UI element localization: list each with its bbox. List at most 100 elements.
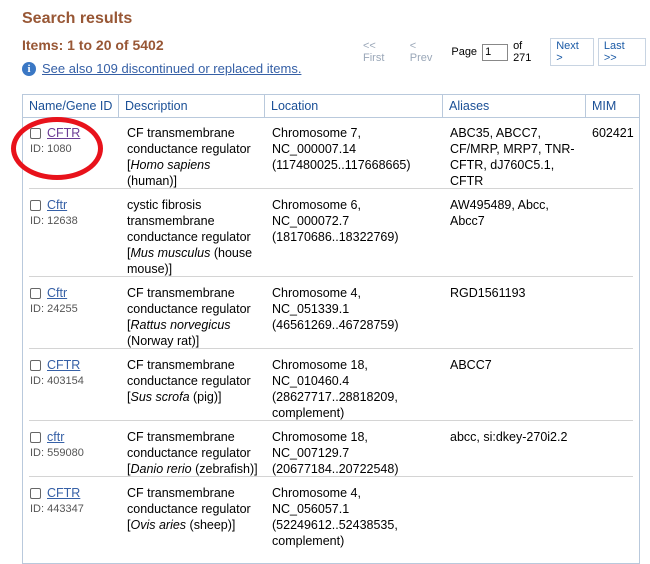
description-cell: cystic fibrosis transmembrane conductance … [127,197,252,277]
description-cell: CF transmembrane conductance regulator [Da… [127,429,258,477]
location-cell-line: complement) [272,534,345,548]
description-cell-line: cystic fibrosis [127,198,202,212]
page-number-input[interactable] [482,43,509,61]
gene-id: ID: 559080 [30,447,84,459]
location-cell-line: NC_007129.7 [272,446,350,460]
gene-cell: CFTR ID: 443347 [30,485,84,516]
col-header-location[interactable]: Location [265,95,442,117]
aliases-cell-line: RGD1561193 [450,286,526,300]
description-cell-line: transmembrane [127,214,215,228]
location-cell: Chromosome 4, NC_051339.1 (46561269..46728… [272,285,399,333]
description-cell: CF transmembrane conductance regulator [Ho… [127,125,251,189]
pager: << First < Prev Page of 271 Next > Last … [363,38,650,66]
description-cell-line: [Homo sapiens [127,158,211,172]
description-cell: CF transmembrane conductance regulator [Su… [127,357,251,405]
gene-name-link[interactable]: CFTR [47,485,80,501]
pager-page-label: Page [451,46,478,58]
row-separator [29,188,633,189]
gene-cell: Cftr ID: 12638 [30,197,78,228]
location-cell-line: Chromosome 4, [272,486,361,500]
location-cell-line: (28627717..28818209, [272,390,398,404]
description-cell-line: (human)] [127,174,178,188]
location-cell-line: Chromosome 6, [272,198,361,212]
gene-name-link[interactable]: Cftr [47,197,67,213]
aliases-cell: ABCC7 [450,357,492,373]
row-checkbox[interactable] [30,487,41,499]
aliases-cell: RGD1561193 [450,285,526,301]
aliases-cell-line: AW495489, Abcc, [450,198,549,212]
gene-cell: CFTR ID: 403154 [30,357,84,388]
aliases-cell-line: CF/MRP, MRP7, TNR- [450,142,575,156]
description-cell-line: CF transmembrane [127,430,235,444]
discontinued-items-link[interactable]: See also 109 discontinued or replaced it… [42,61,301,76]
location-cell-line: (52249612..52438535, [272,518,398,532]
location-cell-line: NC_010460.4 [272,374,350,388]
mim-cell: 602421 [592,126,634,140]
description-cell-line: conductance regulator [127,230,251,244]
items-summary: Items: 1 to 20 of 5402 [22,37,164,53]
col-header-name[interactable]: Name/Gene ID [23,95,118,117]
gene-name-link[interactable]: CFTR [47,125,80,141]
gene-id: ID: 12638 [30,215,78,227]
aliases-cell-line: CFTR [450,174,484,188]
row-separator [29,420,633,421]
gene-cell: cftr ID: 559080 [30,429,84,460]
location-cell-line: (46561269..46728759) [272,318,399,332]
description-cell: CF transmembrane conductance regulator [Ra… [127,285,251,349]
description-cell-line: CF transmembrane [127,126,235,140]
description-cell-line: CF transmembrane [127,486,235,500]
location-cell-line: Chromosome 4, [272,286,361,300]
gene-cell: Cftr ID: 24255 [30,285,78,316]
location-cell-line: Chromosome 18, [272,358,368,372]
description-cell-line: [Sus scrofa (pig)] [127,390,222,404]
location-cell-line: NC_000007.14 [272,142,357,156]
description-cell-line: conductance regulator [127,374,251,388]
pager-prev: < Prev [409,40,433,64]
description-cell-line: CF transmembrane [127,358,235,372]
info-icon: i [22,61,36,76]
aliases-cell-line: CFTR, dJ760C5.1, [450,158,555,172]
row-checkbox[interactable] [30,127,41,139]
discontinued-notice: i See also 109 discontinued or replaced … [22,61,301,76]
row-separator [29,276,633,277]
row-checkbox[interactable] [30,287,41,299]
location-cell-line: (20677184..20722548) [272,462,399,476]
gene-id: ID: 443347 [30,503,84,515]
row-checkbox[interactable] [30,431,41,443]
gene-id: ID: 24255 [30,303,78,315]
description-cell: CF transmembrane conductance regulator [Ov… [127,485,251,533]
location-cell-line: (117480025..117668665) [272,158,411,172]
location-cell-line: NC_000072.7 [272,214,350,228]
row-checkbox[interactable] [30,199,41,211]
results-table: Name/Gene ID Description Location Aliase… [22,94,640,564]
gene-name-link[interactable]: Cftr [47,285,67,301]
last-page-button[interactable]: Last >> [597,38,646,66]
row-separator [29,476,633,477]
description-cell-line: CF transmembrane [127,286,235,300]
col-header-aliases[interactable]: Aliases [443,95,585,117]
page-title: Search results [22,10,133,27]
pager-total: of 271 [513,40,532,64]
gene-name-link[interactable]: cftr [47,429,64,445]
location-cell: Chromosome 18, NC_007129.7 (20677184..2072… [272,429,399,477]
aliases-cell: abcc, si:dkey-270i2.2 [450,429,567,445]
location-cell: Chromosome 4, NC_056057.1 (52249612..52438… [272,485,398,549]
aliases-cell: ABC35, ABCC7, CF/MRP, MRP7, TNR- CFTR, dJ7… [450,125,575,189]
gene-name-link[interactable]: CFTR [47,357,80,373]
row-checkbox[interactable] [30,359,41,371]
description-cell-line: (Norway rat)] [127,334,200,348]
location-cell-line: Chromosome 7, [272,126,361,140]
table-header: Name/Gene ID Description Location Aliase… [23,95,639,118]
description-cell-line: [Rattus norvegicus [127,318,231,332]
location-cell-line: NC_056057.1 [272,502,350,516]
location-cell-line: NC_051339.1 [272,302,350,316]
next-page-button[interactable]: Next > [550,38,594,66]
col-header-description[interactable]: Description [119,95,264,117]
description-cell-line: conductance regulator [127,502,251,516]
aliases-cell-line: ABCC7 [450,358,492,372]
location-cell: Chromosome 7, NC_000007.14 (117480025..117… [272,125,411,173]
description-cell-line: conductance regulator [127,446,251,460]
location-cell: Chromosome 6, NC_000072.7 (18170686..18322… [272,197,399,245]
col-header-mim[interactable]: MIM [586,95,639,117]
description-cell-line: [Danio rerio (zebrafish)] [127,462,258,476]
